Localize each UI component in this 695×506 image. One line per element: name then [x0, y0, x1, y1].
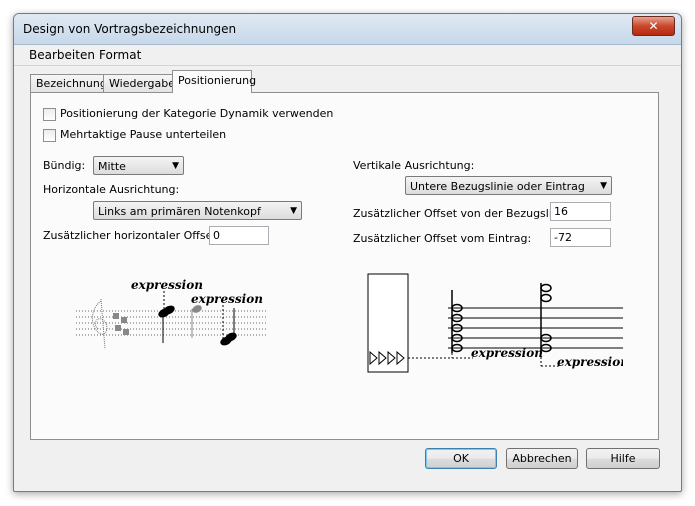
chord-left-icon — [451, 290, 463, 353]
close-icon: ✕ — [648, 19, 659, 33]
preview-expression-2: expression — [191, 292, 263, 306]
entry-offset-input[interactable]: -72 — [550, 228, 611, 247]
use-category-positioning-checkbox[interactable] — [43, 108, 56, 121]
vertical-alignment-label: Vertikale Ausrichtung: — [353, 159, 475, 172]
tab-bezeichnung[interactable]: Bezeichnung — [30, 74, 107, 93]
vertical-preview: expression expression — [367, 273, 623, 373]
dotted-staff — [76, 310, 266, 336]
h-offset-label: Zusätzlicher horizontaler Offset: — [43, 229, 221, 242]
tab-panel-positionierung: Positionierung der Kategorie Dynamik ver… — [30, 92, 659, 440]
preview-expression-1: expression — [131, 278, 203, 292]
split-multibar-rest-checkbox[interactable] — [43, 129, 56, 142]
window-title: Design von Vortragsbezeichnungen — [23, 22, 237, 36]
vertical-alignment-select[interactable]: Untere Bezugslinie oder Eintrag ▼ — [405, 176, 612, 195]
horizontal-alignment-value: Links am primären Notenkopf — [98, 205, 261, 218]
horizontal-preview: expression expression — [76, 278, 266, 350]
alignment-label: Bündig: — [43, 159, 86, 172]
help-button[interactable]: Hilfe — [586, 448, 660, 469]
h-offset-input[interactable]: 0 — [209, 226, 269, 245]
chevron-down-icon: ▼ — [600, 181, 607, 191]
tab-positionierung[interactable]: Positionierung — [172, 70, 256, 93]
menu-format[interactable]: Format — [99, 48, 141, 62]
preview-expression-4: expression — [557, 355, 623, 369]
alignment-value: Mitte — [98, 160, 126, 173]
split-multibar-rest-label: Mehrtaktige Pause unterteilen — [60, 128, 227, 141]
menu-bar: Bearbeiten Format — [14, 45, 681, 66]
staff-lines — [448, 307, 623, 349]
entry-offset-label: Zusätzlicher Offset vom Eintrag: — [353, 232, 532, 245]
use-category-positioning-label: Positionierung der Kategorie Dynamik ver… — [60, 107, 334, 120]
clef-icon — [92, 298, 108, 350]
title-bar: Design von Vortragsbezeichnungen ✕ — [14, 14, 681, 45]
alignment-select[interactable]: Mitte ▼ — [93, 156, 184, 175]
baseline-offset-input[interactable]: 16 — [550, 202, 611, 221]
cancel-button[interactable]: Abbrechen — [506, 448, 578, 469]
time-signature-icon — [113, 313, 129, 335]
preview-expression-3: expression — [471, 346, 543, 360]
close-button[interactable]: ✕ — [632, 16, 675, 36]
vertical-alignment-value: Untere Bezugslinie oder Eintrag — [410, 180, 585, 193]
chevron-down-icon: ▼ — [290, 206, 297, 216]
tab-wiedergabe[interactable]: Wiedergabe — [103, 74, 177, 93]
dialog-window: Design von Vortragsbezeichnungen ✕ Bearb… — [13, 13, 682, 492]
baseline-offset-label: Zusätzlicher Offset von der Bezugslinie: — [353, 207, 573, 220]
chevron-down-icon: ▼ — [172, 161, 179, 171]
menu-bearbeiten[interactable]: Bearbeiten — [29, 48, 95, 62]
horizontal-alignment-select[interactable]: Links am primären Notenkopf ▼ — [93, 201, 302, 220]
ok-button[interactable]: OK — [425, 448, 497, 469]
horizontal-alignment-label: Horizontale Ausrichtung: — [43, 183, 180, 196]
